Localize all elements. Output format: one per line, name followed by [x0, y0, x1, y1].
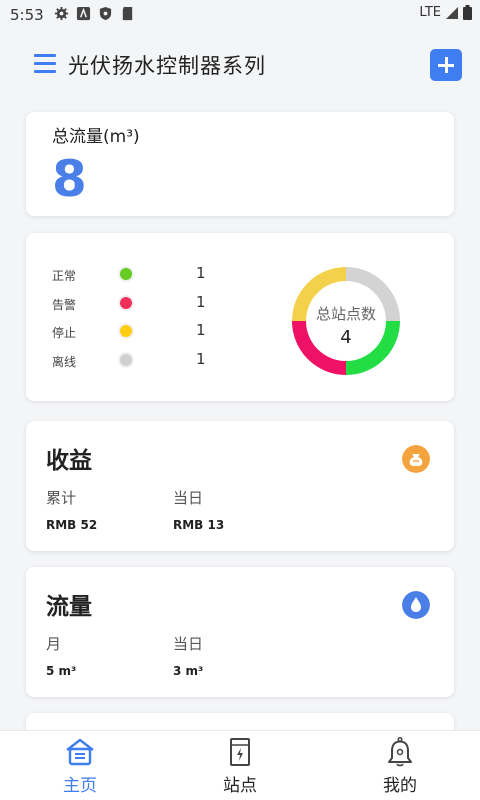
status-right: LTE [419, 5, 472, 20]
nav-mine[interactable]: 我的 [340, 731, 460, 800]
status-row-offline: 离线 1 [52, 349, 242, 371]
app-bar: 光伏扬水控制器系列 [0, 30, 480, 100]
income-card[interactable]: 收益 累计 RMB 52 当日 RMB 13 [26, 421, 454, 551]
shield-icon [99, 6, 112, 21]
total-flow-label: 总流量(m³) [52, 127, 140, 147]
donut-value: 4 [340, 327, 352, 348]
nav-station[interactable]: 站点 [180, 731, 300, 800]
signal-icon [446, 6, 458, 19]
water-today-value: 3 m³ [173, 664, 204, 678]
status-row-normal: 正常 1 [52, 263, 242, 285]
income-today: 当日 RMB 13 [173, 487, 224, 532]
status-row-alarm: 告警 1 [52, 292, 242, 314]
water-month: 月 5 m³ [46, 633, 76, 678]
status-label: 离线 [52, 355, 77, 369]
settings-icon [54, 6, 69, 21]
status-row-stopped: 停止 1 [52, 320, 242, 342]
home-icon [66, 738, 94, 766]
status-count: 1 [196, 321, 206, 339]
income-cumulative: 累计 RMB 52 [46, 487, 97, 532]
network-type: LTE [419, 5, 441, 20]
income-today-label: 当日 [173, 489, 204, 507]
nav-station-label: 站点 [223, 776, 257, 796]
status-label: 告警 [52, 298, 77, 312]
status-icons [54, 6, 135, 21]
water-title: 流量 [46, 594, 92, 620]
station-status-card[interactable]: 正常 1 告警 1 停止 1 离线 1 总站点数 4 [26, 233, 454, 401]
income-title: 收益 [46, 448, 92, 474]
water-drop-icon [402, 591, 430, 619]
money-bag-icon [402, 445, 430, 473]
nav-home[interactable]: 主页 [20, 731, 140, 800]
app-notification-icon [76, 6, 91, 21]
station-icon [230, 738, 250, 766]
bell-icon [388, 736, 412, 767]
menu-button[interactable] [34, 54, 56, 74]
status-count: 1 [196, 350, 206, 368]
status-dot [120, 297, 132, 309]
status-label: 正常 [52, 269, 77, 283]
status-dot [120, 268, 132, 280]
income-cumulative-value: RMB 52 [46, 518, 98, 532]
status-count: 1 [196, 264, 206, 282]
water-month-value: 5 m³ [46, 664, 77, 678]
status-bar: 5:53 LTE [0, 0, 480, 30]
total-flow-card[interactable]: 总流量(m³) 8 [26, 112, 454, 216]
income-cumulative-label: 累计 [46, 489, 77, 507]
nav-mine-label: 我的 [383, 776, 417, 796]
water-today: 当日 3 m³ [173, 633, 203, 678]
bottom-nav: 主页 站点 我的 [0, 730, 480, 800]
add-button[interactable] [430, 49, 462, 81]
water-flow-card[interactable]: 流量 月 5 m³ 当日 3 m³ [26, 567, 454, 697]
donut-center: 总站点数 4 [286, 303, 406, 348]
sd-card-icon [122, 6, 133, 21]
water-today-label: 当日 [173, 635, 204, 653]
page-title: 光伏扬水控制器系列 [68, 54, 266, 78]
status-count: 1 [196, 293, 206, 311]
nav-home-label: 主页 [63, 776, 97, 796]
total-flow-value: 8 [52, 150, 87, 208]
income-today-value: RMB 13 [173, 518, 225, 532]
status-label: 停止 [52, 326, 77, 340]
water-month-label: 月 [46, 635, 62, 653]
status-dot [120, 354, 132, 366]
battery-icon [463, 5, 472, 20]
donut-label: 总站点数 [315, 305, 376, 323]
status-time: 5:53 [10, 6, 44, 24]
status-dot [120, 325, 132, 337]
